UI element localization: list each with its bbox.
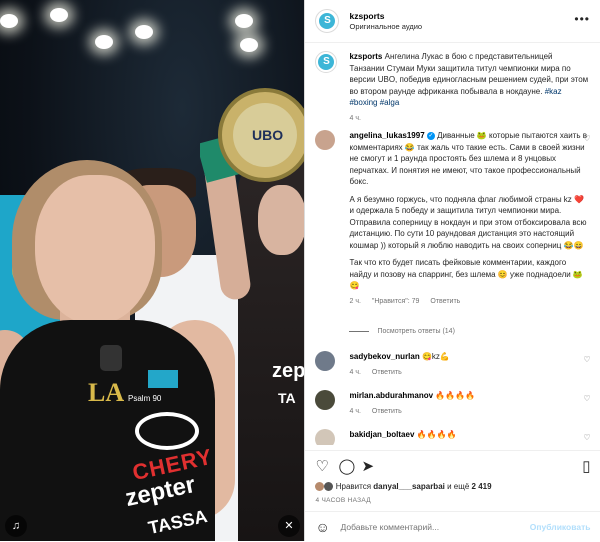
- add-comment-bar: ☺ Опубликовать: [305, 511, 600, 542]
- comment-time[interactable]: 4 ч.: [349, 369, 360, 376]
- emoji-icon[interactable]: ☺: [315, 519, 329, 535]
- comment-text-paragraph-2: А я безумно горжусь, что подняла флаг лю…: [349, 194, 587, 250]
- like-comment-icon[interactable]: ♡: [583, 394, 590, 403]
- championship-belt: UBO: [200, 88, 305, 183]
- kz-logo-icon: S: [319, 13, 336, 29]
- liker-avatar: [315, 482, 325, 492]
- right-sponsor-text-2: TA: [278, 390, 296, 406]
- commenter-username[interactable]: bakidjan_boltaev: [349, 430, 414, 439]
- stadium-light: [0, 14, 18, 28]
- liker-username[interactable]: danyal___saparbai: [373, 482, 445, 491]
- likes-count[interactable]: 2 419: [472, 482, 492, 491]
- stadium-light: [95, 35, 113, 49]
- comment-text: 🔥🔥🔥🔥: [435, 391, 476, 400]
- like-comment-icon[interactable]: ♡: [583, 134, 590, 143]
- commenter-avatar[interactable]: [315, 351, 336, 371]
- boxer-face: [35, 175, 155, 325]
- comment-text: 😋kz💪: [421, 352, 450, 361]
- chery-logo: [135, 412, 199, 450]
- share-send-icon[interactable]: ➤: [361, 459, 374, 474]
- commenter-avatar[interactable]: [315, 390, 336, 410]
- likes-suffix: и ещё: [447, 482, 470, 491]
- comment-likes[interactable]: "Нравится": 79: [372, 298, 420, 305]
- caption-time[interactable]: 4 ч.: [349, 115, 360, 122]
- likes-summary: Нравится danyal___saparbai и ещё 2 419: [315, 482, 492, 492]
- publish-button[interactable]: Опубликовать: [530, 522, 591, 532]
- kz-logo-icon: S: [318, 54, 335, 70]
- commenter-avatar[interactable]: [315, 130, 336, 150]
- caption-avatar[interactable]: S: [315, 51, 338, 73]
- kz-flag-badge: [148, 370, 178, 388]
- account-username[interactable]: kzsports: [349, 11, 422, 21]
- comment-text: 🔥🔥🔥🔥: [416, 430, 457, 439]
- stadium-light: [235, 14, 253, 28]
- jersey-psalm: Psalm 90: [128, 394, 162, 403]
- girl-face: [258, 185, 305, 255]
- like-comment-icon[interactable]: ♡: [583, 355, 590, 364]
- comment-bubble-icon[interactable]: ◯: [338, 459, 355, 474]
- microphone: [100, 345, 122, 371]
- commenter-username[interactable]: sadybekov_nurlan: [349, 352, 419, 361]
- comments-list: S kzsports Ангелина Лукас в бою с предст…: [305, 43, 600, 445]
- view-replies-button[interactable]: Посмотреть ответы (14): [349, 328, 454, 335]
- commenter-avatar[interactable]: [315, 429, 336, 445]
- stadium-light: [135, 25, 153, 39]
- mute-icon[interactable]: ✕: [278, 515, 300, 537]
- post-actions-bar: ♡ ◯ ➤ ▯: [305, 450, 600, 477]
- jersey-initials: LA: [88, 378, 125, 407]
- post-time[interactable]: 4 ЧАСОВ НАЗАД: [315, 497, 370, 504]
- audio-label[interactable]: Оригинальное аудио: [349, 22, 422, 31]
- verified-badge-icon: ✓: [426, 131, 435, 140]
- right-sponsor-text: zep: [272, 360, 305, 382]
- comment-time[interactable]: 2 ч.: [349, 298, 360, 305]
- reply-button[interactable]: Ответить: [430, 298, 460, 305]
- stadium-light: [240, 38, 258, 52]
- caption-username[interactable]: kzsports: [349, 52, 382, 61]
- liker-avatar: [324, 482, 334, 492]
- comment-time[interactable]: 4 ч.: [349, 408, 360, 415]
- post-video[interactable]: zep TA UBO LA Psalm 90 CHERY zepter TASS…: [0, 0, 305, 541]
- likes-prefix: Нравится: [335, 482, 372, 491]
- comment-text-paragraph-3: Так что кто будет писать фейковые коммен…: [349, 258, 583, 290]
- stadium-light: [50, 8, 68, 22]
- like-comment-icon[interactable]: ♡: [583, 433, 590, 442]
- post-header: S kzsports Оригинальное аудио •••: [305, 0, 600, 43]
- commenter-username[interactable]: angelina_lukas1997: [349, 131, 424, 140]
- like-heart-icon[interactable]: ♡: [315, 459, 328, 474]
- account-avatar[interactable]: S: [315, 9, 340, 33]
- reply-button[interactable]: Ответить: [372, 369, 402, 376]
- post-details-panel: S kzsports Оригинальное аудио ••• S kzsp…: [304, 0, 600, 541]
- save-bookmark-icon[interactable]: ▯: [582, 459, 590, 474]
- more-options-icon[interactable]: •••: [574, 12, 590, 26]
- reply-button[interactable]: Ответить: [372, 408, 402, 415]
- commenter-username[interactable]: mirlan.abdurahmanov: [349, 391, 433, 400]
- belt-text: UBO: [252, 127, 283, 143]
- audio-icon[interactable]: ♫: [5, 515, 27, 537]
- comment-input[interactable]: [340, 522, 521, 532]
